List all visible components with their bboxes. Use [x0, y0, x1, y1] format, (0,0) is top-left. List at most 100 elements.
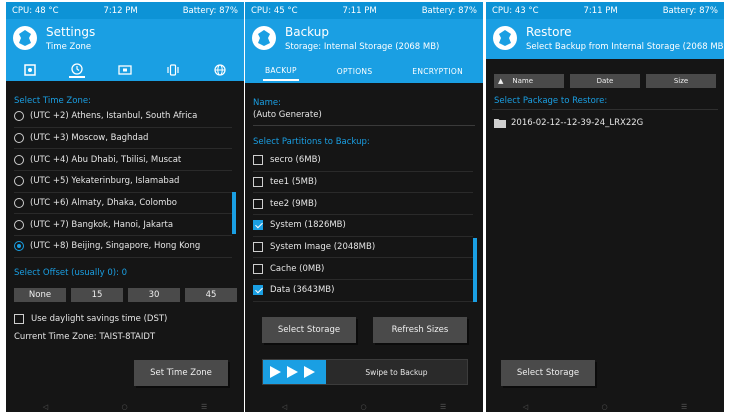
offset-45-button[interactable]: 45: [185, 288, 237, 302]
checkbox-checked-icon: [253, 220, 263, 231]
status-bar: CPU: 48 °C 7:12 PM Battery: 87%: [6, 2, 244, 19]
folder-icon: [494, 118, 506, 128]
offset-15-button[interactable]: 15: [71, 288, 123, 302]
title-bar: Backup Storage: Internal Storage (2068 M…: [245, 19, 483, 59]
sort-bar: ▲ Name Date Size: [492, 74, 718, 88]
refresh-sizes-button[interactable]: Refresh Sizes: [373, 317, 467, 343]
twrp-logo[interactable]: [12, 25, 38, 51]
settings-icon[interactable]: [22, 62, 38, 78]
radio-icon: [14, 198, 24, 209]
menu-icon[interactable]: ☰: [440, 403, 446, 411]
back-icon[interactable]: ◁: [523, 403, 528, 411]
timezone-option[interactable]: (UTC +2) Athens, Istanbul, South Africa: [14, 106, 232, 128]
clock: 7:11 PM: [342, 5, 377, 16]
sort-date-button[interactable]: Date: [570, 74, 640, 88]
partitions-label: Select Partitions to Backup:: [253, 137, 370, 147]
clock: 7:11 PM: [583, 5, 618, 16]
tab-backup[interactable]: BACKUP: [262, 62, 299, 81]
select-timezone-label: Select Time Zone:: [14, 96, 91, 106]
twrp-logo[interactable]: [492, 25, 518, 51]
partition-item[interactable]: Data (3643MB): [253, 280, 473, 302]
offset-30-button[interactable]: 30: [128, 288, 180, 302]
clock: 7:12 PM: [103, 5, 138, 16]
timezone-option[interactable]: (UTC +3) Moscow, Baghdad: [14, 128, 232, 150]
select-storage-button[interactable]: Select Storage: [501, 360, 595, 386]
menu-icon[interactable]: ☰: [201, 403, 207, 411]
cpu-temp: CPU: 43 °C: [492, 5, 539, 16]
backup-tabs: BACKUP OPTIONS ENCRYPTION: [245, 59, 483, 83]
page-title: Backup: [285, 25, 329, 39]
timezone-option[interactable]: (UTC +6) Almaty, Dhaka, Colombo: [14, 193, 232, 215]
settings-tabs: [6, 59, 244, 81]
home-icon[interactable]: ○: [361, 403, 367, 411]
radio-icon: [14, 176, 24, 187]
restore-panel: CPU: 43 °C 7:11 PM Battery: 87% Restore …: [486, 2, 724, 412]
sort-size-button[interactable]: Size: [646, 74, 716, 88]
radio-icon: [14, 219, 24, 230]
nav-bar: ◁ ○ ☰: [6, 402, 244, 412]
checkbox-icon: [253, 198, 263, 209]
select-package-label: Select Package to Restore:: [494, 96, 608, 106]
radio-icon: [14, 154, 24, 165]
clock-icon[interactable]: [69, 62, 86, 78]
timezone-option[interactable]: (UTC +4) Abu Dhabi, Tbilisi, Muscat: [14, 149, 232, 172]
cpu-temp: CPU: 45 °C: [251, 5, 298, 16]
timezone-option-selected[interactable]: (UTC +8) Beijing, Singapore, Hong Kong: [14, 236, 232, 258]
battery: Battery: 87%: [182, 5, 238, 16]
partition-item[interactable]: tee1 (5MB): [253, 172, 473, 194]
vibrate-icon[interactable]: [165, 62, 181, 78]
partition-list: secro (6MB) tee1 (5MB) tee2 (9MB) System…: [253, 150, 473, 302]
globe-icon[interactable]: [212, 62, 228, 78]
checkbox-checked-icon: [253, 285, 263, 296]
cpu-temp: CPU: 48 °C: [12, 5, 59, 16]
screen-icon[interactable]: [117, 62, 133, 78]
current-timezone: Current Time Zone: TAIST-8TAIDT: [14, 332, 156, 342]
partition-item[interactable]: tee2 (9MB): [253, 193, 473, 216]
timezone-option[interactable]: (UTC +5) Yekaterinburg, Islamabad: [14, 171, 232, 193]
checkbox-icon: [253, 177, 263, 188]
partition-item[interactable]: System Image (2048MB): [253, 237, 473, 259]
backup-package-item[interactable]: 2016-02-12--12-39-24_LRX22G: [494, 112, 714, 134]
backup-name-input[interactable]: (Auto Generate): [253, 110, 475, 126]
swipe-handle[interactable]: [263, 360, 326, 384]
scrollbar[interactable]: [473, 238, 477, 302]
select-storage-button[interactable]: Select Storage: [262, 317, 356, 343]
tab-options[interactable]: OPTIONS: [335, 63, 375, 80]
radio-icon: [14, 133, 24, 144]
status-bar: CPU: 45 °C 7:11 PM Battery: 87%: [245, 2, 483, 19]
partition-item[interactable]: Cache (0MB): [253, 258, 473, 281]
scrollbar[interactable]: [232, 192, 236, 234]
back-icon[interactable]: ◁: [43, 403, 48, 411]
tab-encryption[interactable]: ENCRYPTION: [410, 63, 465, 80]
arrow-right-icon: [269, 366, 315, 378]
partition-item[interactable]: System (1826MB): [253, 215, 473, 237]
battery: Battery: 87%: [421, 5, 477, 16]
partition-item[interactable]: secro (6MB): [253, 150, 473, 172]
swipe-to-backup-slider[interactable]: Swipe to Backup: [262, 359, 468, 385]
settings-panel: CPU: 48 °C 7:12 PM Battery: 87% Settings…: [6, 2, 244, 412]
menu-icon[interactable]: ☰: [681, 403, 687, 411]
dst-checkbox[interactable]: Use daylight savings time (DST): [14, 314, 167, 324]
status-bar: CPU: 43 °C 7:11 PM Battery: 87%: [486, 2, 724, 19]
back-icon[interactable]: ◁: [282, 403, 287, 411]
name-label: Name:: [253, 98, 281, 108]
checkbox-icon: [14, 314, 24, 324]
timezone-option[interactable]: (UTC +7) Bangkok, Hanoi, Jakarta: [14, 214, 232, 237]
battery: Battery: 87%: [662, 5, 718, 16]
nav-bar: ◁ ○ ☰: [486, 402, 724, 412]
page-subtitle: Time Zone: [46, 42, 92, 52]
title-bar: Restore Select Backup from Internal Stor…: [486, 19, 724, 59]
swipe-label: Swipe to Backup: [365, 367, 428, 377]
sort-name-button[interactable]: ▲ Name: [494, 74, 564, 88]
offset-label: Select Offset (usually 0): 0: [14, 268, 128, 278]
timezone-list: (UTC +2) Athens, Istanbul, South Africa …: [14, 106, 232, 258]
home-icon[interactable]: ○: [122, 403, 128, 411]
home-icon[interactable]: ○: [602, 403, 608, 411]
offset-none-button[interactable]: None: [14, 288, 66, 302]
radio-icon: [14, 111, 24, 122]
page-subtitle: Select Backup from Internal Storage (206…: [526, 42, 724, 52]
checkbox-icon: [253, 263, 263, 274]
twrp-logo[interactable]: [251, 25, 277, 51]
checkbox-icon: [253, 242, 263, 253]
set-timezone-button[interactable]: Set Time Zone: [134, 360, 228, 386]
